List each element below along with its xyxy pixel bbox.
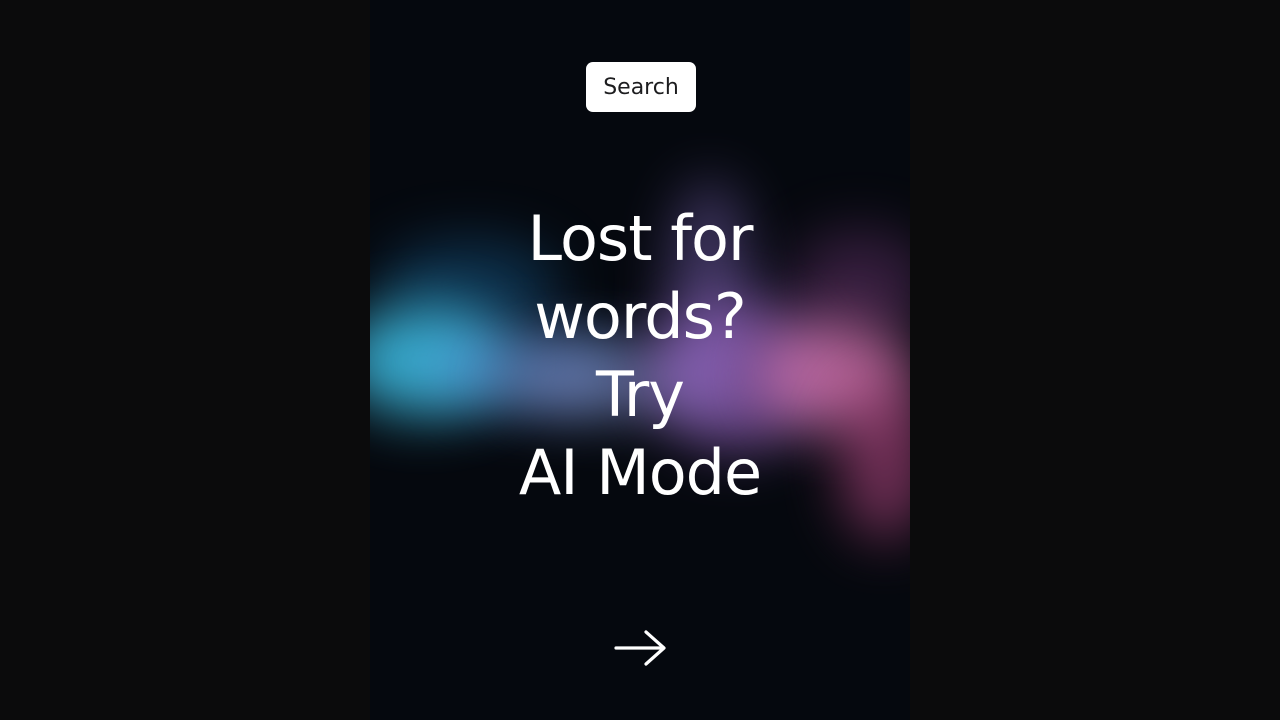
search-button[interactable]: Search — [586, 62, 696, 112]
page-background: Search Lost for words? Try AI Mode — [0, 0, 1280, 720]
ad-panel: Search Lost for words? Try AI Mode — [370, 0, 910, 720]
headline-line-2: words? — [534, 280, 747, 353]
arrow-right-icon[interactable] — [613, 628, 669, 668]
headline: Lost for words? Try AI Mode — [370, 200, 910, 512]
headline-line-4: AI Mode — [518, 436, 762, 509]
headline-line-1: Lost for — [527, 202, 754, 275]
headline-line-3: Try — [596, 358, 685, 431]
